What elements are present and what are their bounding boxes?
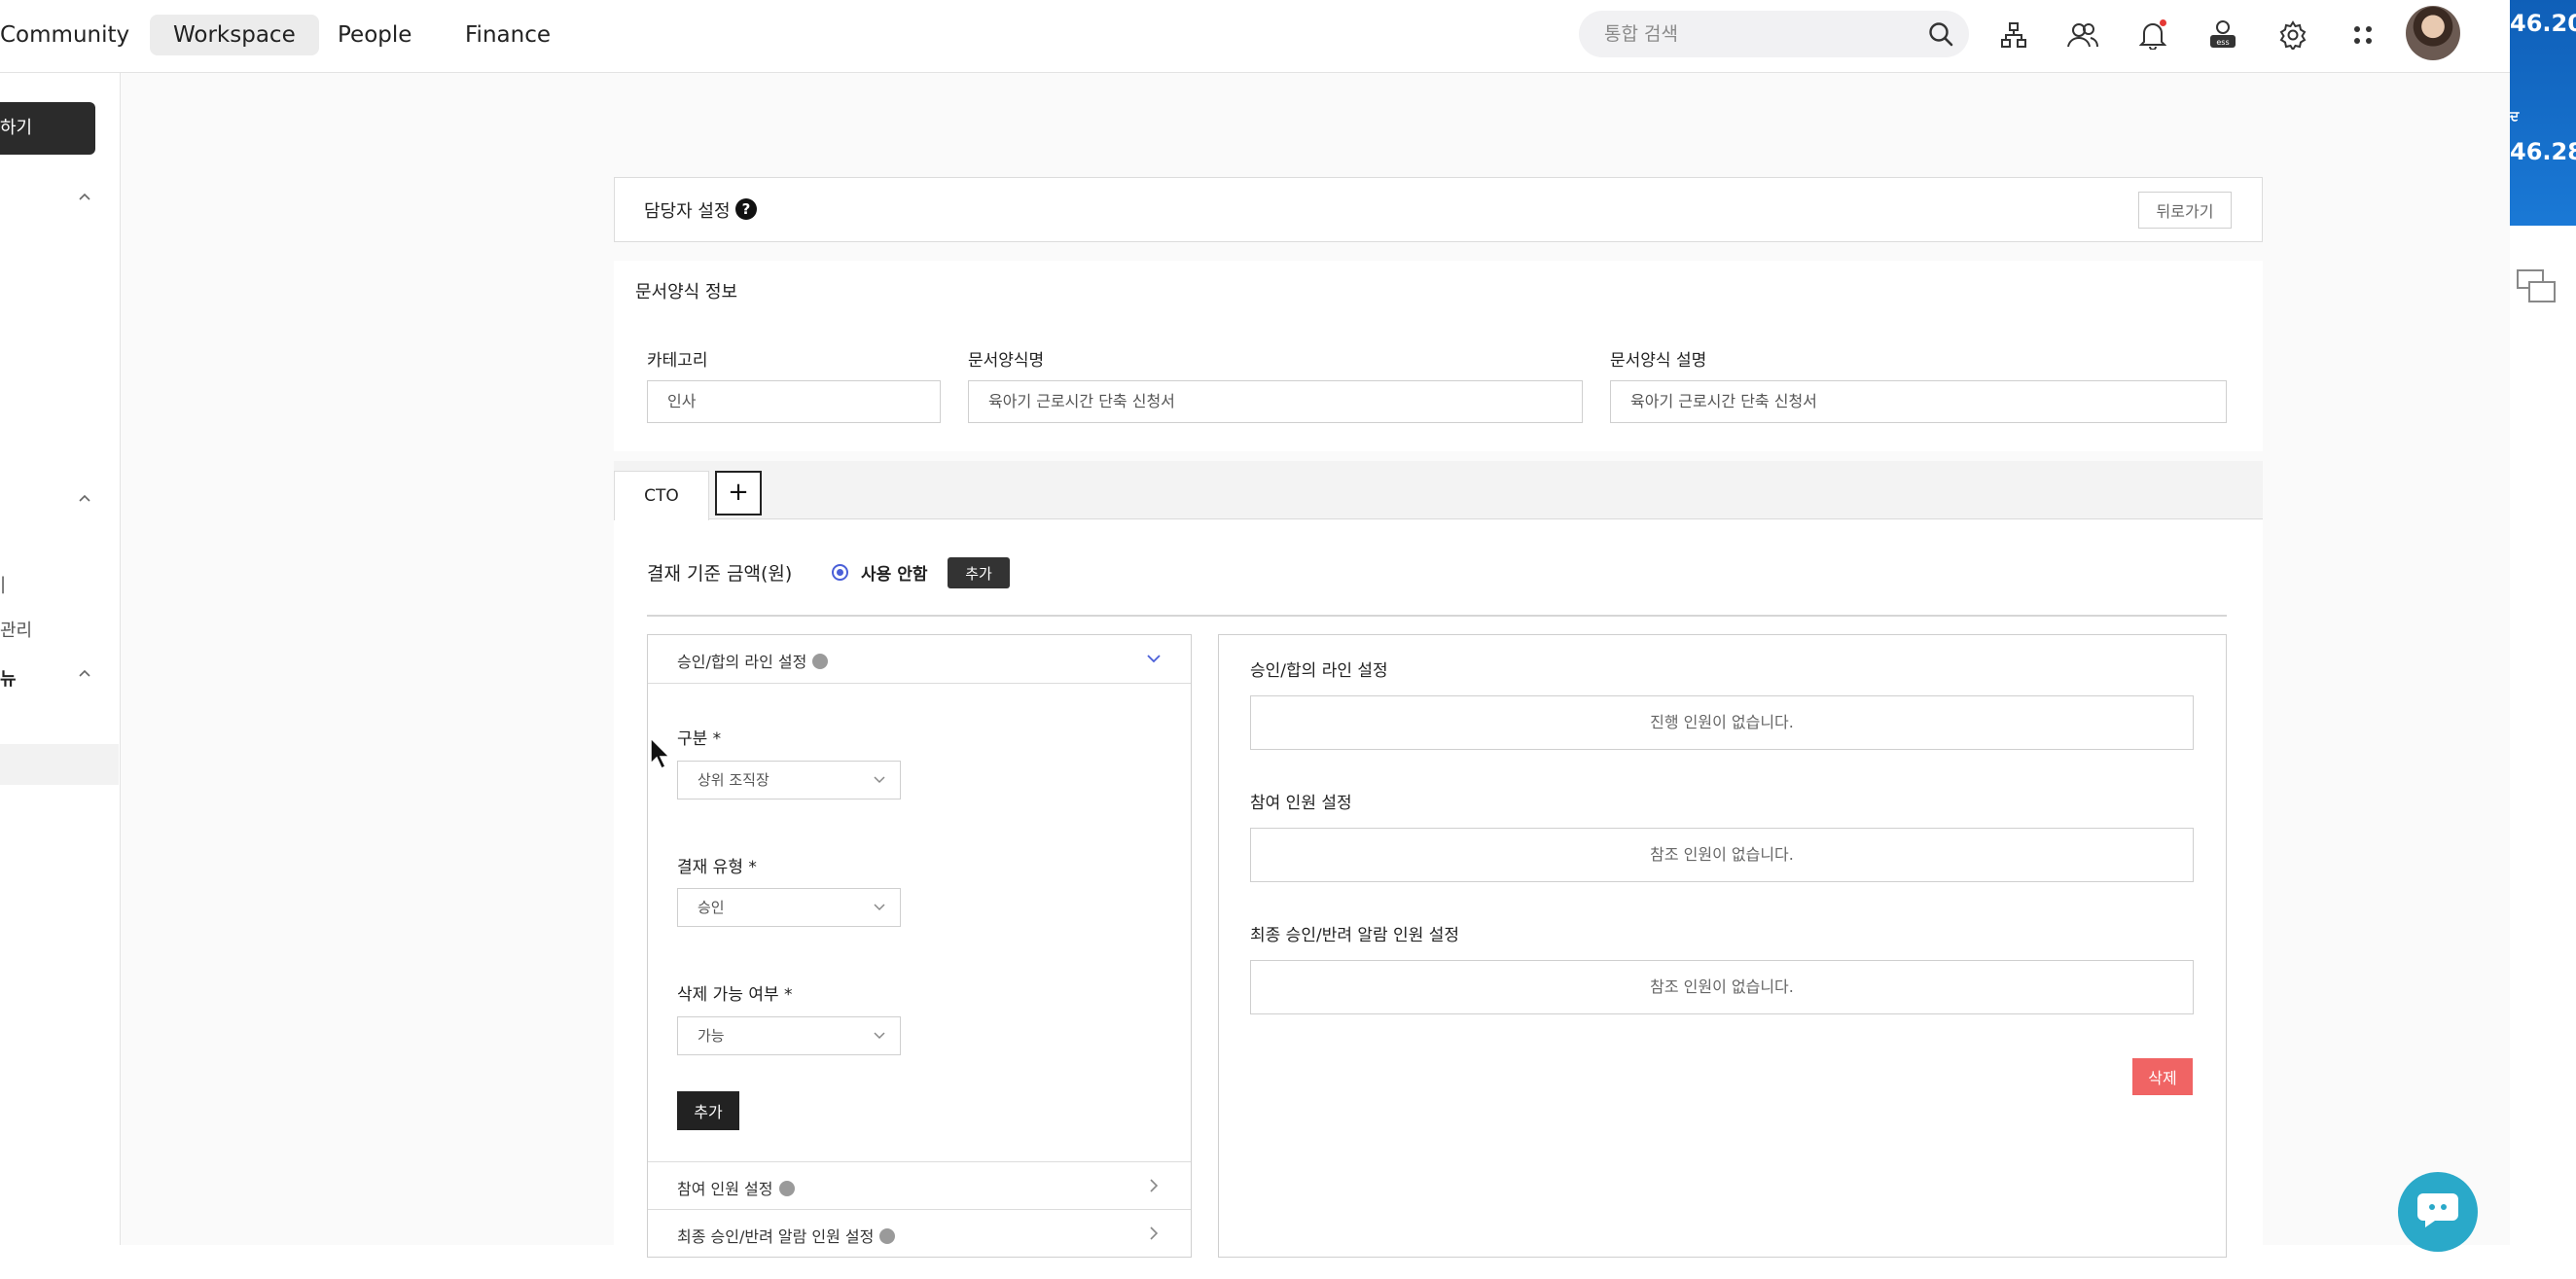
back-button[interactable]: 뒤로가기 bbox=[2138, 192, 2232, 229]
info-icon[interactable] bbox=[778, 1181, 795, 1196]
accordion-final-alarm-title: 최종 승인/반려 알람 인원 설정 bbox=[677, 1224, 896, 1247]
sidebar-selected-row[interactable] bbox=[0, 744, 119, 785]
amount-add-button[interactable]: 추가 bbox=[948, 557, 1010, 588]
tab-cto[interactable]: CTO bbox=[614, 471, 709, 520]
clock-readout-1: 46.20 bbox=[2510, 10, 2576, 37]
org-chart-icon[interactable] bbox=[1994, 16, 2033, 54]
approval-settings: 결재 기준 금액(원) 사용 안함 추가 승인/합의 라인 설정 구분 * 상위… bbox=[614, 520, 2263, 1279]
accordion-approval[interactable]: 승인/합의 라인 설정 bbox=[648, 635, 1191, 684]
accordion-final-alarm-label: 최종 승인/반려 알람 인원 설정 bbox=[677, 1227, 875, 1246]
radio-not-used[interactable] bbox=[832, 564, 848, 581]
chevron-down-icon bbox=[874, 1032, 885, 1040]
chevron-up-icon[interactable] bbox=[78, 491, 91, 505]
page-title: 담당자 설정 bbox=[644, 201, 731, 222]
info-icon[interactable] bbox=[879, 1228, 896, 1244]
nav-community[interactable]: Community bbox=[0, 15, 153, 55]
top-navigation-bar: Community Workspace People Finance ess bbox=[0, 0, 2510, 73]
chevron-right-icon[interactable] bbox=[1146, 1178, 1162, 1193]
chevron-right-icon[interactable] bbox=[1146, 1226, 1162, 1241]
deletable-select-value: 가능 bbox=[698, 1027, 725, 1045]
preview-approval-title: 승인/합의 라인 설정 bbox=[1250, 661, 1388, 681]
desktop-edge: 46.20 ਦ 46.28 bbox=[2510, 0, 2576, 1245]
notification-badge bbox=[2160, 19, 2166, 26]
pay-type-label: 결재 유형 * bbox=[677, 858, 757, 877]
approver-tabs: CTO + bbox=[614, 461, 2263, 520]
chevron-down-icon bbox=[874, 776, 885, 784]
people-icon[interactable] bbox=[2063, 16, 2102, 54]
help-icon[interactable]: ? bbox=[735, 198, 757, 220]
preview-final-title: 최종 승인/반려 알람 인원 설정 bbox=[1250, 926, 1460, 945]
chat-fab[interactable] bbox=[2398, 1172, 2478, 1252]
category-label: 카테고리 bbox=[647, 351, 708, 371]
global-search bbox=[1579, 11, 1969, 57]
accordion-approval-title: 승인/합의 라인 설정 bbox=[677, 649, 829, 672]
chevron-down-icon[interactable] bbox=[1146, 651, 1162, 666]
svg-text:ess: ess bbox=[2216, 38, 2229, 47]
user-avatar[interactable] bbox=[2406, 6, 2460, 60]
desktop-widget: 46.20 ਦ 46.28 bbox=[2510, 0, 2576, 226]
type-select[interactable]: 상위 조직장 bbox=[677, 761, 901, 799]
nav-finance[interactable]: Finance bbox=[442, 15, 574, 55]
info-icon[interactable] bbox=[812, 654, 829, 669]
main-content: 담당자 설정 ? 뒤로가기 문서양식 정보 카테고리 인사 문서양식명 육아기 … bbox=[121, 73, 2510, 1279]
type-label: 구분 * bbox=[677, 729, 722, 749]
approval-line-editor: 승인/합의 라인 설정 구분 * 상위 조직장 결재 유형 * 승인 삭제 가능… bbox=[647, 634, 1192, 1258]
sidebar-item-manage[interactable]: 관리 bbox=[0, 617, 32, 642]
ess-icon[interactable]: ess bbox=[2203, 16, 2242, 54]
accordion-participants-title: 참여 인원 설정 bbox=[677, 1176, 795, 1199]
form-info-section: 문서양식 정보 카테고리 인사 문서양식명 육아기 근로시간 단축 신청서 문서… bbox=[614, 261, 2263, 451]
add-tab-button[interactable]: + bbox=[715, 471, 762, 515]
type-select-value: 상위 조직장 bbox=[698, 771, 769, 789]
accordion-participants[interactable]: 참여 인원 설정 bbox=[648, 1161, 1191, 1210]
form-name-field[interactable]: 육아기 근로시간 단축 신청서 bbox=[968, 380, 1583, 423]
chevron-down-icon bbox=[874, 904, 885, 911]
approval-line-box: 진행 인원이 없습니다. bbox=[1250, 695, 2194, 750]
sidebar-primary-button[interactable]: 하기 bbox=[0, 102, 95, 155]
delete-button[interactable]: 삭제 bbox=[2132, 1058, 2193, 1095]
search-icon[interactable] bbox=[1928, 21, 1953, 47]
gear-icon[interactable] bbox=[2273, 16, 2312, 54]
window-switch-icon[interactable] bbox=[2516, 268, 2558, 305]
form-desc-label: 문서양식 설명 bbox=[1610, 351, 1707, 371]
category-field[interactable]: 인사 bbox=[647, 380, 941, 423]
clock-readout-2: 46.28 bbox=[2510, 138, 2576, 165]
divider bbox=[647, 615, 2227, 617]
preview-participants-title: 참여 인원 설정 bbox=[1250, 794, 1352, 813]
desktop-mark: ਦ bbox=[2510, 109, 2520, 124]
nav-workspace[interactable]: Workspace bbox=[150, 15, 319, 55]
sidebar-item-menu[interactable]: 뉴 bbox=[0, 665, 17, 691]
approval-line-preview: 승인/합의 라인 설정 진행 인원이 없습니다. 참여 인원 설정 참조 인원이… bbox=[1218, 634, 2227, 1258]
left-sidebar: 하기 | 관리 뉴 bbox=[0, 73, 121, 1245]
chevron-up-icon[interactable] bbox=[78, 190, 91, 203]
accordion-approval-label: 승인/합의 라인 설정 bbox=[677, 653, 807, 671]
deletable-label: 삭제 가능 여부 * bbox=[677, 985, 793, 1005]
chevron-up-icon[interactable] bbox=[78, 666, 91, 680]
amount-label: 결재 기준 금액(원) bbox=[647, 563, 793, 585]
participants-box: 참조 인원이 없습니다. bbox=[1250, 828, 2194, 882]
section-title: 문서양식 정보 bbox=[635, 282, 738, 302]
apps-grid-icon[interactable] bbox=[2343, 16, 2382, 54]
pay-type-select[interactable]: 승인 bbox=[677, 888, 901, 927]
form-desc-field[interactable]: 육아기 근로시간 단축 신청서 bbox=[1610, 380, 2227, 423]
chat-icon bbox=[2417, 1193, 2458, 1227]
accordion-participants-label: 참여 인원 설정 bbox=[677, 1180, 773, 1198]
radio-not-used-label[interactable]: 사용 안함 bbox=[861, 560, 927, 585]
form-name-label: 문서양식명 bbox=[968, 351, 1045, 371]
line-add-button[interactable]: 추가 bbox=[677, 1091, 739, 1130]
deletable-select[interactable]: 가능 bbox=[677, 1016, 901, 1055]
final-alarm-box: 참조 인원이 없습니다. bbox=[1250, 960, 2194, 1014]
pay-type-select-value: 승인 bbox=[698, 899, 725, 916]
page-header: 담당자 설정 ? 뒤로가기 bbox=[614, 177, 2263, 242]
bell-icon[interactable] bbox=[2133, 16, 2172, 54]
mouse-cursor-icon bbox=[650, 737, 671, 770]
sidebar-item-1[interactable]: | bbox=[0, 574, 6, 594]
accordion-final-alarm[interactable]: 최종 승인/반려 알람 인원 설정 bbox=[648, 1210, 1191, 1259]
search-input[interactable] bbox=[1602, 11, 1914, 57]
nav-people[interactable]: People bbox=[314, 15, 435, 55]
